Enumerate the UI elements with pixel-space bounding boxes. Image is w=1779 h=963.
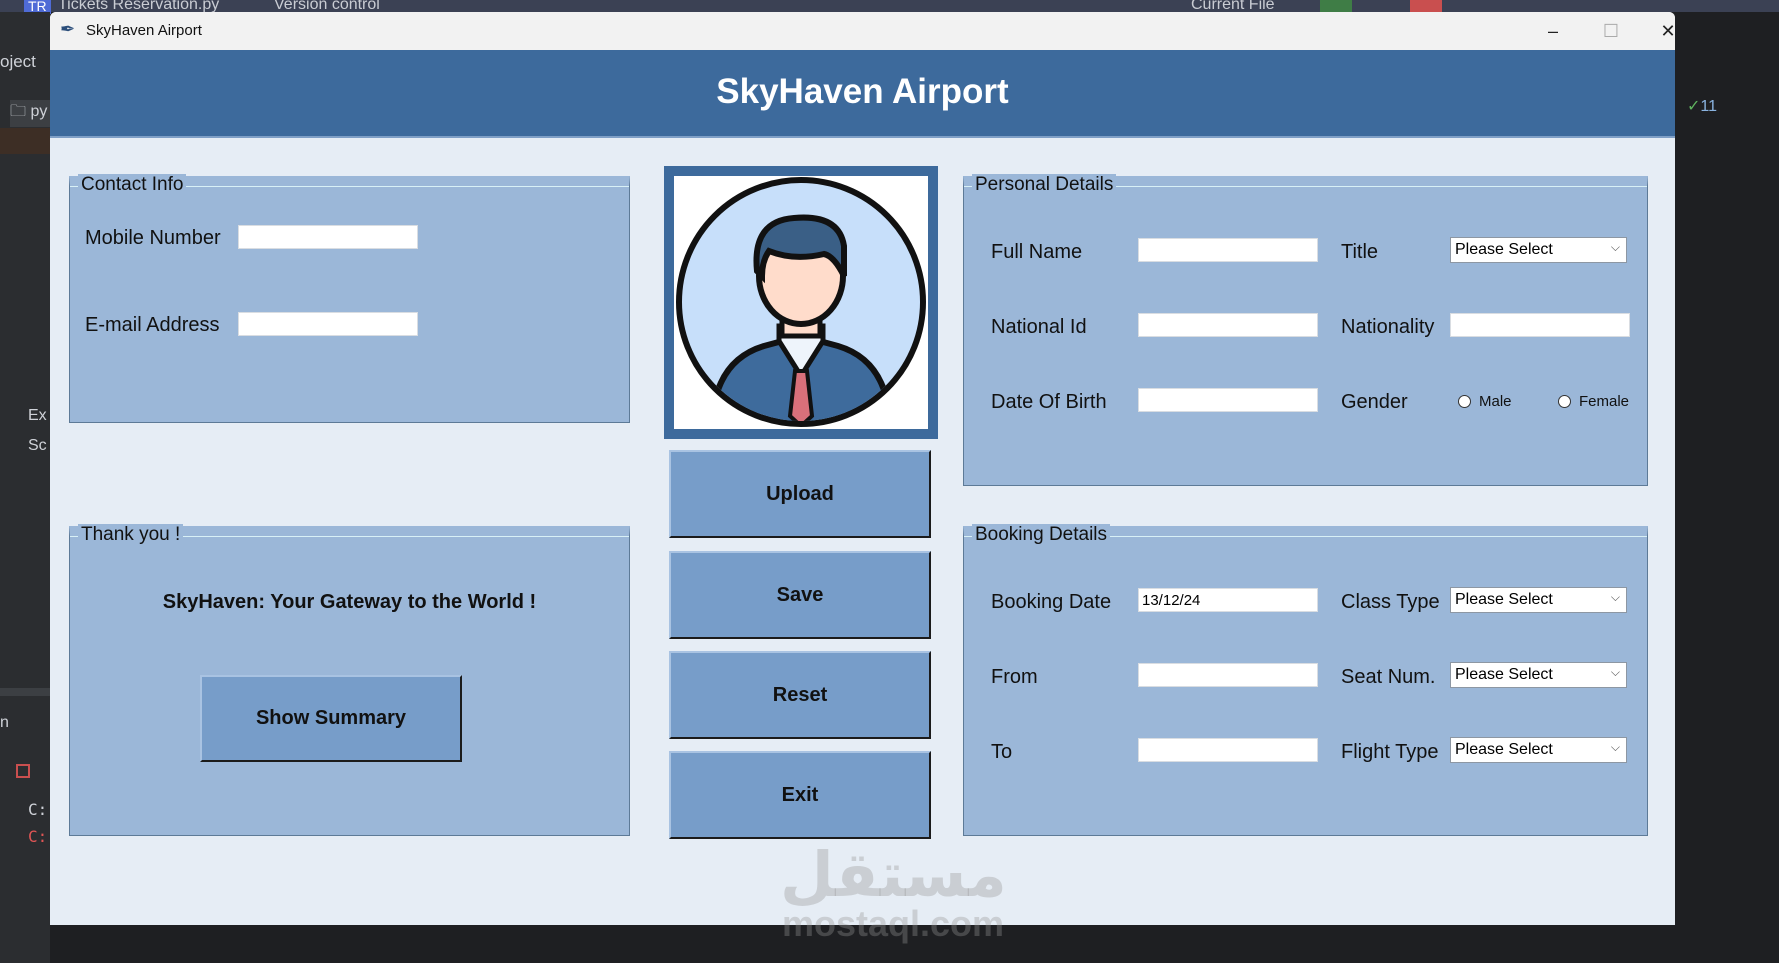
exit-button[interactable]: Exit	[669, 751, 931, 839]
app-title: SkyHaven Airport	[716, 72, 1009, 111]
chevron-down-icon: ⌵	[1610, 665, 1620, 679]
maximize-button[interactable]: ☐	[1588, 16, 1634, 46]
check-icon: ✓	[1687, 98, 1701, 115]
class-type-label: Class Type	[1341, 591, 1440, 613]
radio-circle-icon	[1558, 395, 1571, 408]
tree-item[interactable]: 🗀 py	[10, 100, 50, 127]
contact-info-legend: Contact Info	[78, 174, 187, 196]
close-button[interactable]: ✕	[1645, 16, 1675, 46]
save-button[interactable]: Save	[669, 551, 931, 639]
gender-label: Gender	[1341, 391, 1408, 413]
national-id-label: National Id	[991, 316, 1087, 338]
class-type-value: Please Select	[1455, 591, 1553, 608]
flight-type-label: Flight Type	[1341, 741, 1439, 763]
tagline: SkyHaven: Your Gateway to the World !	[162, 591, 537, 613]
full-name-label: Full Name	[991, 241, 1083, 263]
mobile-label: Mobile Number	[85, 227, 221, 249]
app-header: SkyHaven Airport	[50, 50, 1675, 138]
chevron-down-icon: ⌵	[1610, 590, 1620, 604]
run-label: n	[0, 714, 9, 731]
radio-circle-icon	[1458, 395, 1471, 408]
gender-female-radio[interactable]: Female	[1558, 393, 1629, 410]
from-label: From	[991, 666, 1038, 688]
chevron-down-icon: ⌵	[1610, 740, 1620, 754]
dob-label: Date Of Birth	[991, 391, 1107, 413]
radio-label: Male	[1479, 393, 1512, 410]
console-line: C:	[28, 800, 48, 819]
tree-item[interactable]: Sc	[28, 437, 47, 455]
tree-item-label: Ex	[28, 407, 47, 424]
title-label: Title	[1341, 241, 1379, 263]
to-label: To	[991, 741, 1013, 763]
thank-you-legend: Thank you !	[78, 524, 184, 546]
seat-num-value: Please Select	[1455, 666, 1553, 683]
flight-type-select[interactable]: Please Select ⌵	[1450, 737, 1627, 763]
chevron-down-icon: ⌵	[1610, 240, 1620, 254]
to-input[interactable]	[1138, 738, 1318, 762]
tree-item-label: py	[30, 103, 48, 120]
tree-item[interactable]: Ex	[28, 407, 47, 425]
gender-male-radio[interactable]: Male	[1458, 393, 1512, 410]
console-line: C:	[28, 827, 48, 846]
mobile-input[interactable]	[238, 225, 418, 249]
tree-item-label: Sc	[28, 437, 47, 454]
splitter[interactable]	[0, 688, 50, 696]
app-window: ✒ SkyHaven Airport – ☐ ✕ SkyHaven Airpor…	[50, 12, 1675, 925]
photo-frame	[664, 166, 938, 439]
check-count: 11	[1700, 98, 1718, 115]
class-type-select[interactable]: Please Select ⌵	[1450, 587, 1627, 613]
contact-info-frame: Contact Info Mobile Number E-mail Addres…	[69, 174, 630, 423]
window-title: SkyHaven Airport	[86, 22, 202, 39]
title-select-value: Please Select	[1455, 241, 1553, 258]
upload-button[interactable]: Upload	[669, 450, 931, 538]
national-id-input[interactable]	[1138, 313, 1318, 337]
flight-type-value: Please Select	[1455, 741, 1553, 758]
nationality-input[interactable]	[1450, 313, 1630, 337]
tree-folder-row[interactable]	[0, 128, 50, 154]
seat-num-label: Seat Num.	[1341, 666, 1436, 688]
email-label: E-mail Address	[85, 314, 220, 336]
stop-icon[interactable]	[1410, 0, 1442, 12]
radio-label: Female	[1579, 393, 1630, 410]
person-avatar-icon	[676, 177, 926, 427]
booking-details-frame: Booking Details Booking Date Class Type …	[963, 524, 1648, 836]
booking-date-label: Booking Date	[991, 591, 1112, 613]
nationality-label: Nationality	[1341, 316, 1435, 338]
thank-you-frame: Thank you ! SkyHaven: Your Gateway to th…	[69, 524, 630, 836]
booking-date-input[interactable]	[1138, 588, 1318, 612]
seat-num-select[interactable]: Please Select ⌵	[1450, 662, 1627, 688]
full-name-input[interactable]	[1138, 238, 1318, 262]
title-select[interactable]: Please Select ⌵	[1450, 237, 1627, 263]
reset-button[interactable]: Reset	[669, 651, 931, 739]
personal-details-frame: Personal Details Full Name Title Please …	[963, 174, 1648, 486]
inspection-count: ✓11	[1687, 96, 1717, 116]
personal-details-legend: Personal Details	[972, 174, 1117, 196]
title-bar: ✒ SkyHaven Airport – ☐ ✕	[50, 12, 1675, 50]
dob-input[interactable]	[1138, 388, 1318, 412]
rerun-icon[interactable]	[1320, 0, 1352, 12]
watermark-logo: مستقل	[780, 838, 1007, 911]
avatar	[674, 176, 928, 429]
feather-icon: ✒	[60, 19, 76, 39]
ide-project-panel: oject 🗀 py Ex Sc n C: C:	[0, 12, 50, 963]
booking-details-legend: Booking Details	[972, 524, 1111, 546]
stop-icon[interactable]	[16, 764, 30, 778]
ide-editor-gutter: ✓11	[1675, 12, 1779, 963]
watermark-text: mostaql.com	[782, 903, 1005, 944]
show-summary-button[interactable]: Show Summary	[200, 675, 462, 762]
from-input[interactable]	[1138, 663, 1318, 687]
minimize-button[interactable]: –	[1530, 16, 1576, 46]
email-input[interactable]	[238, 312, 418, 336]
project-label: oject	[0, 52, 36, 71]
ide-toolbar: TR Tickets Reservation.py Version contro…	[0, 0, 1779, 14]
